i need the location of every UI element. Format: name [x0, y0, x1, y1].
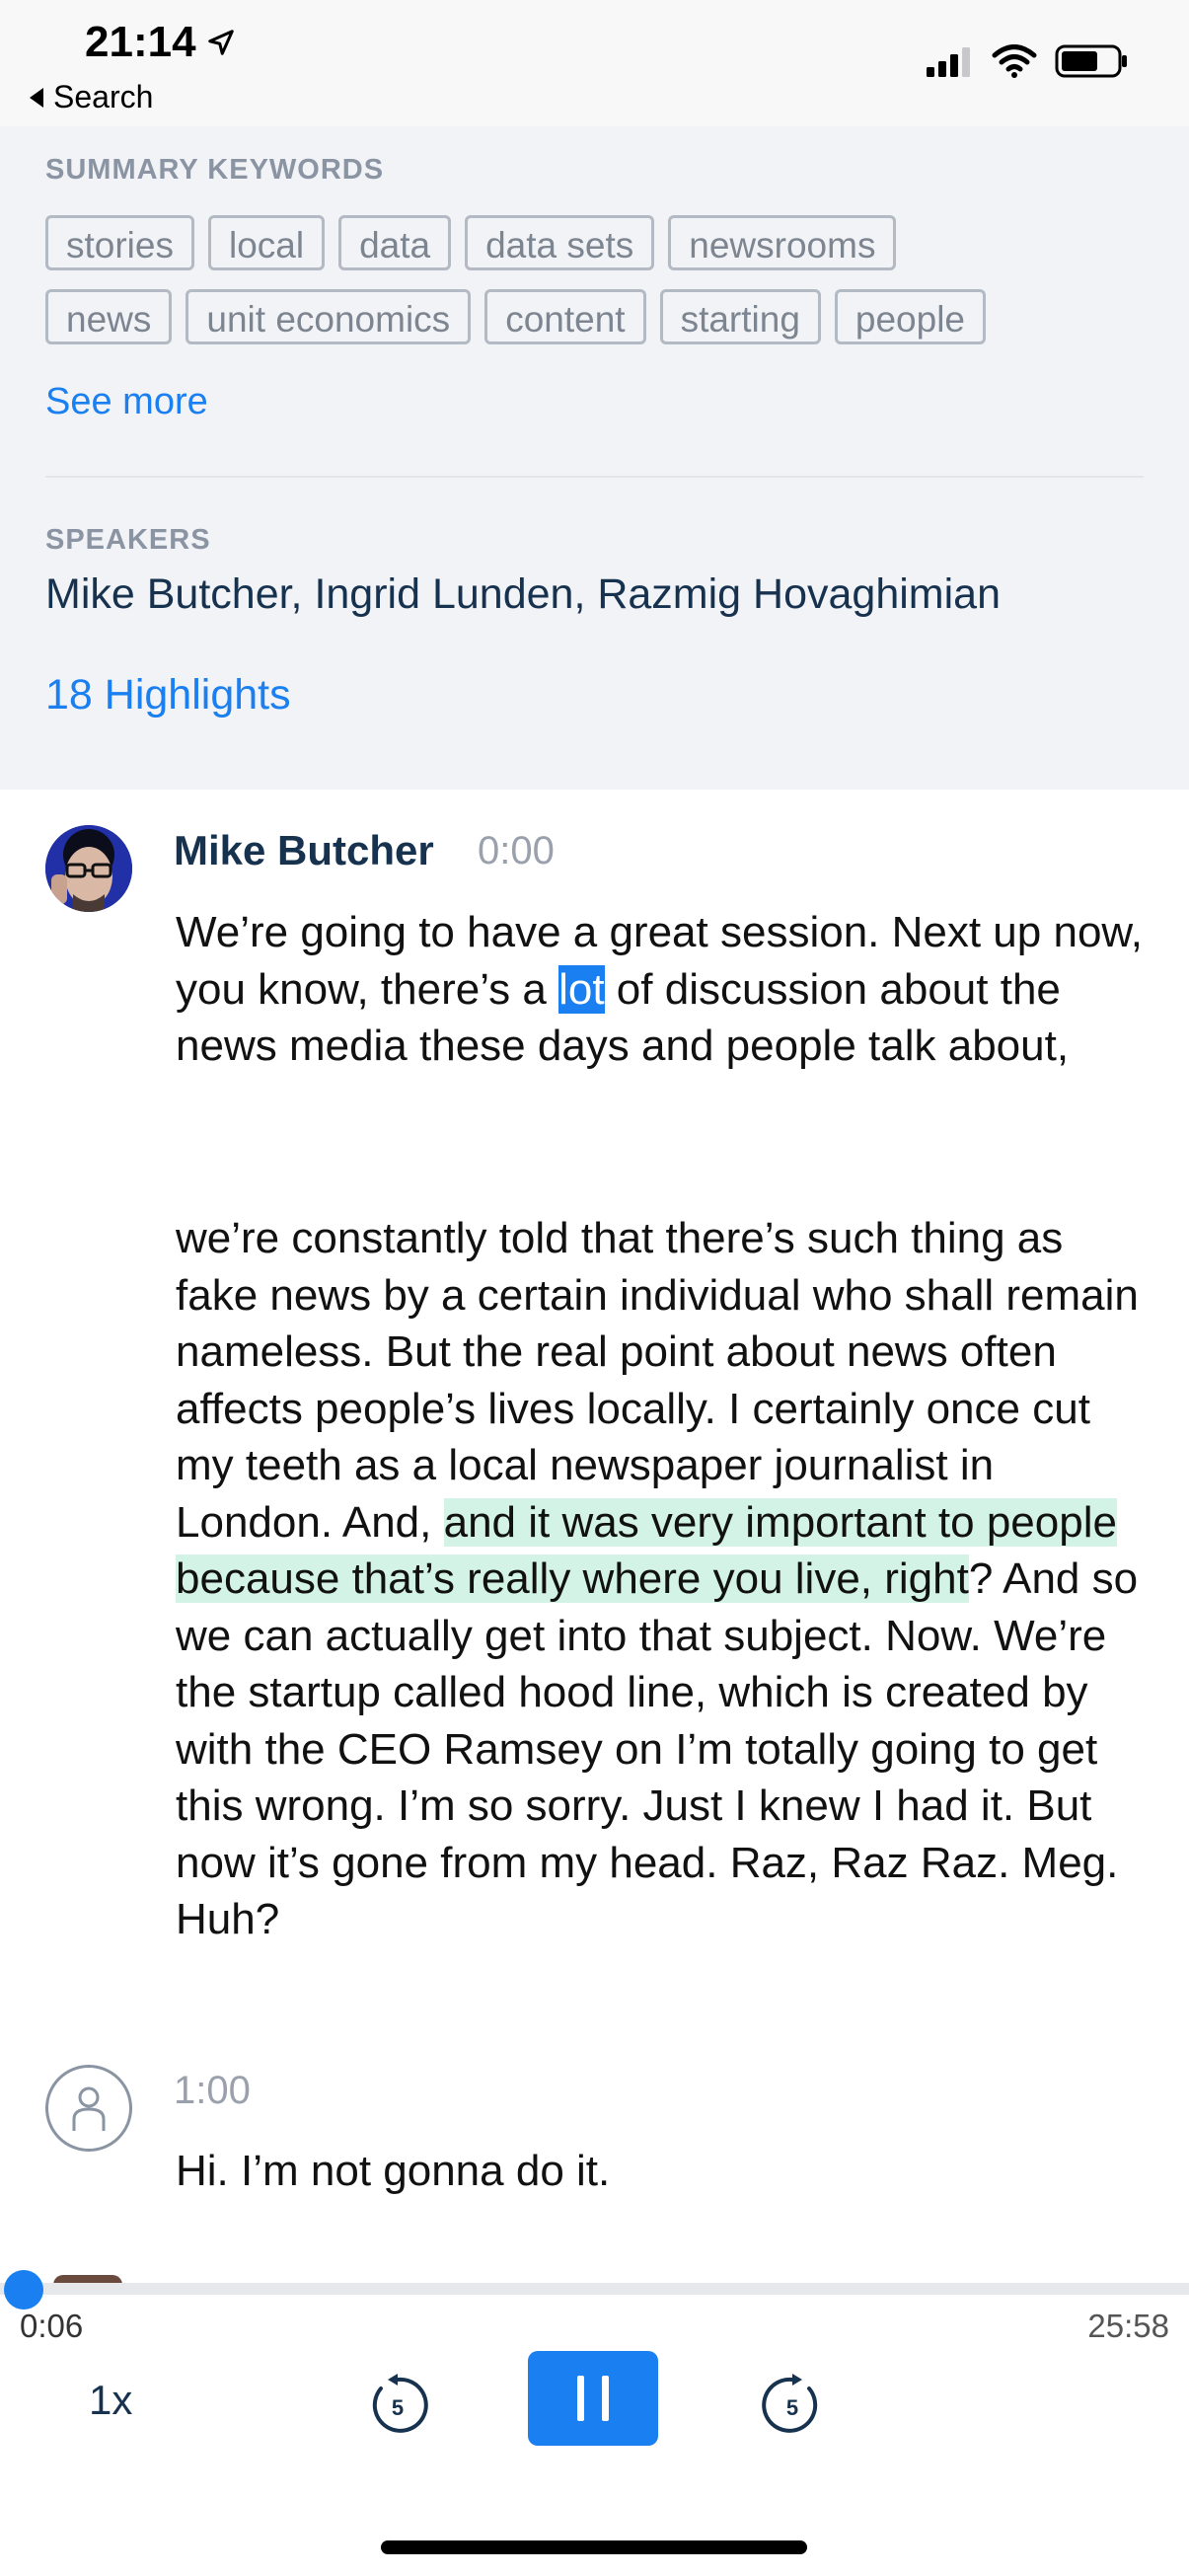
summary-panel: SUMMARY KEYWORDS stories local data data…: [0, 126, 1189, 790]
keywords-row-2: news unit economics content starting peo…: [45, 289, 987, 344]
timestamp-link[interactable]: 0:00: [478, 829, 555, 873]
keyword-chip[interactable]: newsrooms: [668, 215, 897, 270]
keywords-row-1: stories local data data sets newsrooms: [45, 215, 897, 270]
rewind-icon: 5: [372, 2374, 428, 2433]
keyword-chip[interactable]: local: [207, 215, 326, 270]
see-more-link[interactable]: See more: [45, 381, 208, 423]
keyword-chip[interactable]: data: [338, 215, 452, 270]
progress-thumb[interactable]: [4, 2270, 43, 2310]
status-icons: [925, 43, 1130, 79]
back-label: Search: [53, 79, 154, 114]
total-duration: 25:58: [1087, 2308, 1169, 2344]
rewind-5-button[interactable]: 5: [363, 2371, 432, 2440]
selected-word[interactable]: lot: [558, 964, 605, 1014]
back-arrow-icon: [30, 87, 43, 108]
transcript-paragraph[interactable]: we’re constantly told that there’s such …: [176, 1210, 1152, 1948]
keyword-chip[interactable]: starting: [659, 289, 821, 344]
clock: 21:14: [85, 18, 236, 67]
speakers-list: Mike Butcher, Ingrid Lunden, Razmig Hova…: [45, 570, 1002, 618]
battery-icon: [1055, 44, 1127, 78]
keyword-chip[interactable]: stories: [45, 215, 194, 270]
summary-keywords-label: SUMMARY KEYWORDS: [45, 154, 385, 186]
keyword-chip[interactable]: data sets: [465, 215, 655, 270]
speaker-photo: [45, 825, 132, 912]
speaker-name[interactable]: Mike Butcher: [174, 827, 434, 874]
avatar[interactable]: [45, 2065, 132, 2152]
keyword-chip[interactable]: news: [45, 289, 173, 344]
back-to-search-button[interactable]: Search: [30, 79, 153, 115]
pause-button[interactable]: [528, 2351, 658, 2446]
clock-time: 21:14: [85, 18, 196, 66]
transcript-text: we’re constantly told that there’s such …: [176, 1214, 1139, 1547]
timestamp-link[interactable]: 1:00: [174, 2069, 251, 2113]
speakers-label: SPEAKERS: [45, 524, 211, 556]
keyword-chip[interactable]: content: [484, 289, 646, 344]
transcript-text: ? And so we can actually get into that s…: [176, 1554, 1139, 1943]
pause-bar-icon: [602, 2376, 609, 2421]
progress-bar[interactable]: [0, 2283, 1189, 2295]
home-indicator: [381, 2540, 807, 2554]
location-arrow-icon: [207, 30, 234, 55]
divider: [45, 476, 1144, 478]
transcript-paragraph[interactable]: We’re going to have a great session. Nex…: [176, 904, 1152, 1075]
avatar[interactable]: [45, 825, 132, 912]
forward-icon: 5: [762, 2374, 818, 2433]
user-icon: [72, 2086, 106, 2131]
keyword-chip[interactable]: people: [834, 289, 987, 344]
keyword-chip[interactable]: unit economics: [186, 289, 472, 344]
highlights-link[interactable]: 18 Highlights: [45, 671, 291, 720]
elapsed-time: 0:06: [20, 2308, 84, 2344]
forward-seconds: 5: [786, 2395, 798, 2420]
rewind-seconds: 5: [392, 2395, 404, 2420]
playback-speed-button[interactable]: 1x: [89, 2377, 132, 2424]
signal-icon: [927, 47, 970, 77]
forward-5-button[interactable]: 5: [758, 2371, 827, 2440]
status-bar: 21:14 Search: [0, 0, 1189, 126]
transcript-paragraph[interactable]: Hi. I’m not gonna do it.: [176, 2143, 1152, 2200]
wifi-icon: [992, 44, 1037, 78]
pause-bar-icon: [577, 2376, 584, 2421]
